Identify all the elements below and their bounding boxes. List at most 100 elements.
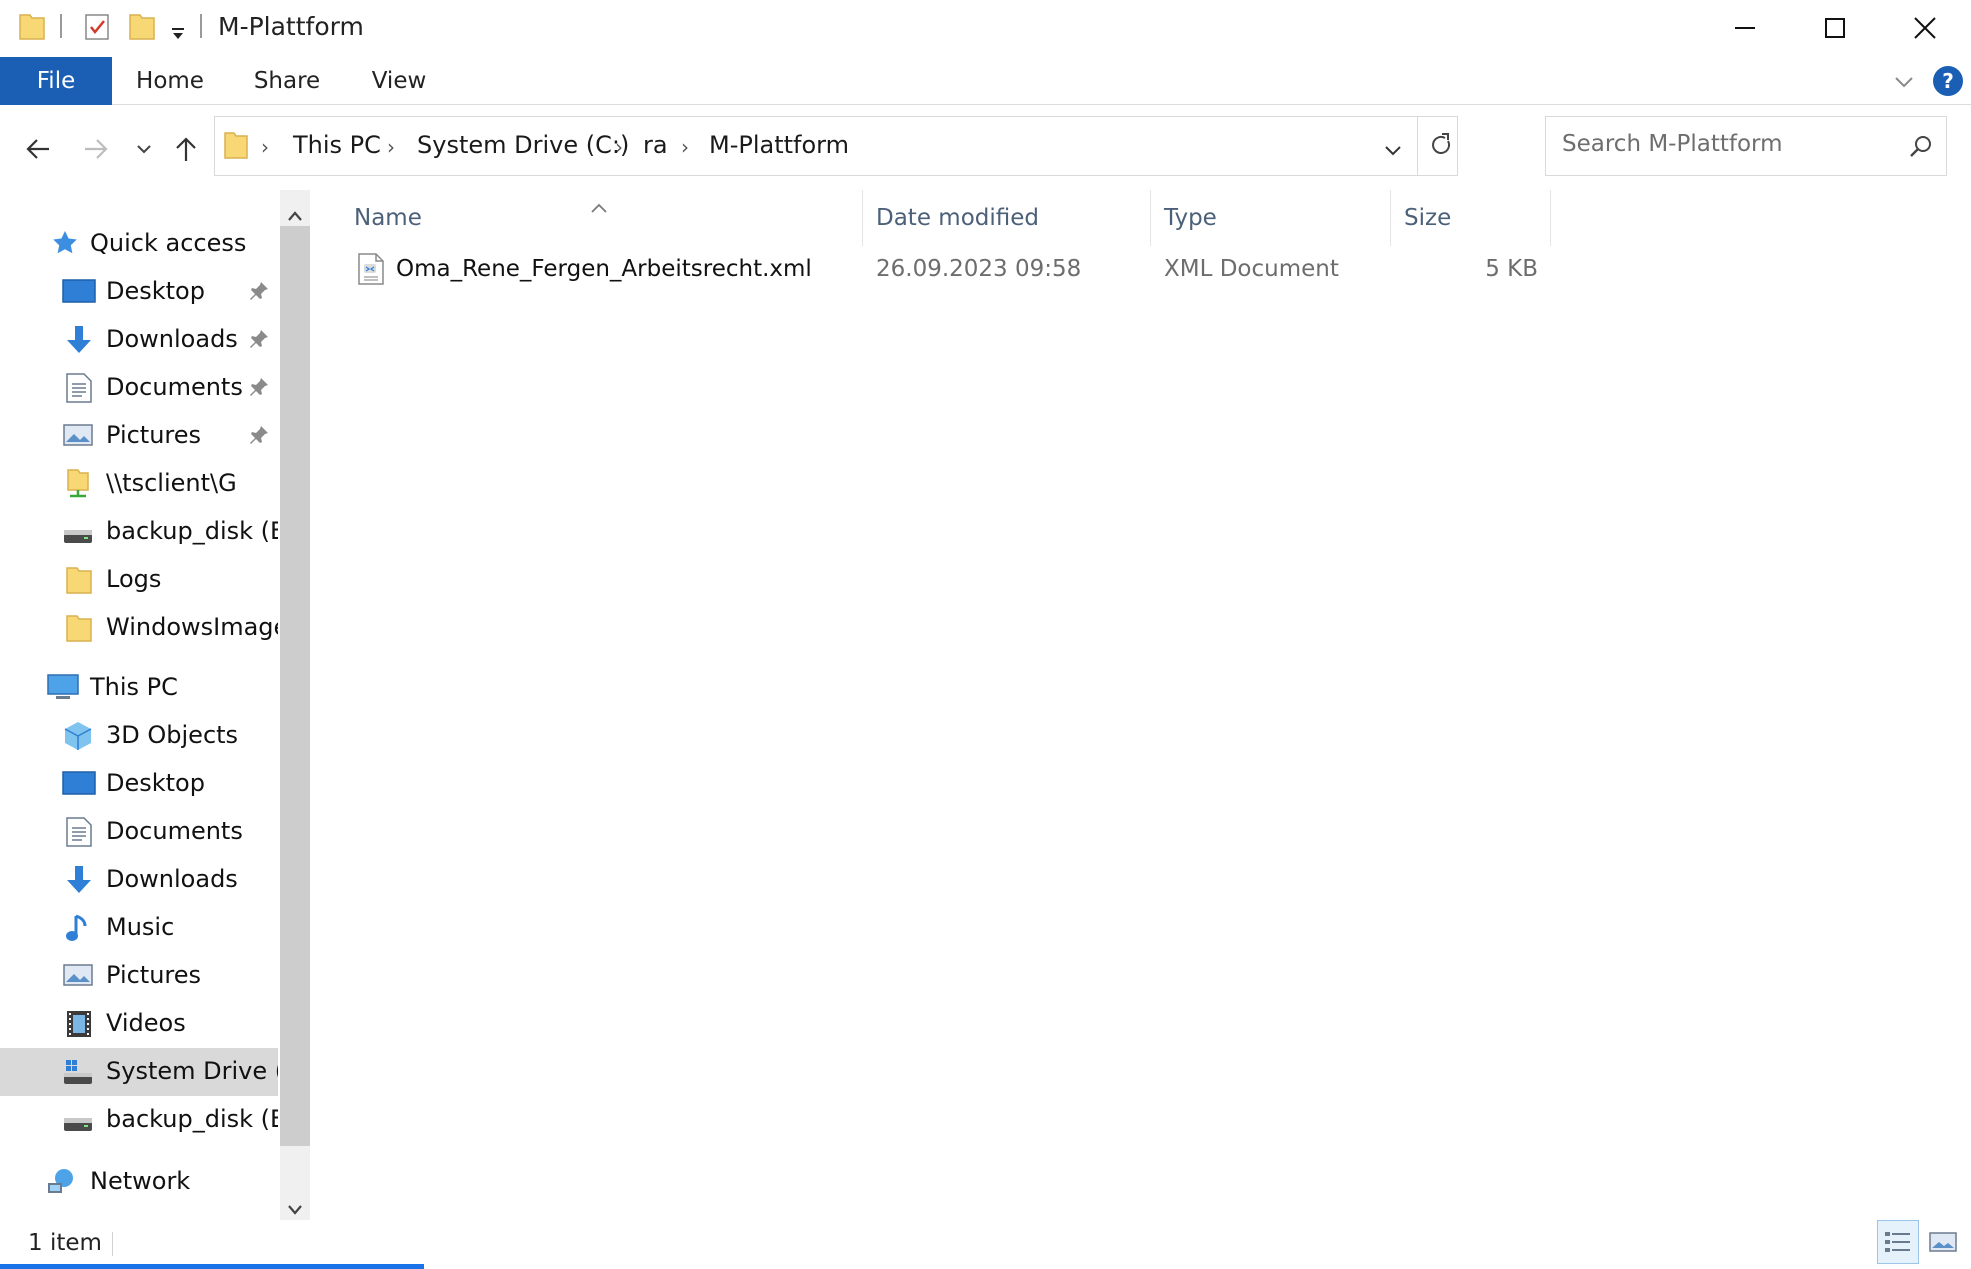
sidebar-item-downloads-pc[interactable]: Downloads bbox=[0, 856, 278, 904]
details-view-button[interactable] bbox=[1877, 1220, 1919, 1264]
column-divider[interactable] bbox=[1150, 190, 1151, 246]
minimize-icon bbox=[1735, 27, 1755, 29]
sort-ascending-icon bbox=[590, 192, 608, 220]
sidebar-item-label: Desktop bbox=[106, 769, 205, 797]
sidebar-item-desktop[interactable]: Desktop bbox=[0, 268, 278, 316]
sidebar-item-music[interactable]: Music bbox=[0, 904, 278, 952]
breadcrumb-this-pc[interactable]: This PC bbox=[293, 131, 381, 159]
pin-icon[interactable] bbox=[248, 328, 270, 356]
breadcrumb-ra[interactable]: ra bbox=[643, 131, 668, 159]
recent-locations-button[interactable] bbox=[132, 135, 156, 163]
sidebar-item-documents-pc[interactable]: Documents bbox=[0, 808, 278, 856]
pin-icon[interactable] bbox=[248, 424, 270, 452]
search-box[interactable] bbox=[1545, 116, 1947, 176]
large-icons-view-icon bbox=[1929, 1232, 1957, 1252]
tab-view[interactable]: View bbox=[356, 57, 442, 105]
sidebar-item-system-drive[interactable]: System Drive (C: bbox=[0, 1048, 278, 1096]
column-header-date-modified[interactable]: Date modified bbox=[876, 190, 1039, 246]
breadcrumb-system-drive[interactable]: System Drive (C:) bbox=[417, 131, 629, 159]
search-input[interactable] bbox=[1562, 131, 1882, 157]
sidebar-item-documents[interactable]: Documents bbox=[0, 364, 278, 412]
breadcrumb-separator[interactable]: › bbox=[261, 135, 269, 159]
sidebar-item-logs[interactable]: Logs bbox=[0, 556, 278, 604]
chevron-down-icon[interactable] bbox=[1893, 70, 1915, 98]
sidebar-item-desktop-pc[interactable]: Desktop bbox=[0, 760, 278, 808]
refresh-icon[interactable] bbox=[1427, 131, 1455, 165]
breadcrumb-separator[interactable]: › bbox=[387, 135, 395, 159]
sidebar-item-pictures[interactable]: Pictures bbox=[0, 412, 278, 460]
system-drive-icon bbox=[62, 1056, 96, 1088]
pin-icon[interactable] bbox=[248, 280, 270, 308]
scroll-down-icon[interactable] bbox=[287, 1194, 303, 1222]
scroll-up-icon[interactable] bbox=[287, 200, 303, 228]
minimize-button[interactable] bbox=[1700, 0, 1790, 56]
sidebar-item-label: Documents bbox=[106, 817, 243, 845]
column-divider[interactable] bbox=[1550, 190, 1551, 246]
help-icon[interactable]: ? bbox=[1932, 65, 1964, 103]
title-bar: M-Plattform bbox=[0, 0, 1971, 56]
sidebar-item-pictures-pc[interactable]: Pictures bbox=[0, 952, 278, 1000]
large-icons-view-button[interactable] bbox=[1922, 1220, 1964, 1264]
sidebar-item-downloads[interactable]: Downloads bbox=[0, 316, 278, 364]
new-folder-icon[interactable] bbox=[128, 12, 156, 48]
sidebar-item-label: Downloads bbox=[106, 325, 238, 353]
folder-icon[interactable] bbox=[18, 12, 46, 48]
properties-icon[interactable] bbox=[82, 12, 112, 48]
table-row[interactable]: Oma_Rene_Fergen_Arbeitsrecht.xml 26.09.2… bbox=[352, 246, 1562, 294]
chevron-down-icon[interactable] bbox=[1383, 137, 1403, 165]
search-icon[interactable] bbox=[1908, 133, 1934, 165]
column-header-name[interactable]: Name bbox=[354, 190, 422, 246]
folder-icon bbox=[223, 129, 249, 167]
tab-file[interactable]: File bbox=[0, 57, 112, 105]
sidebar-item-label: System Drive (C: bbox=[106, 1057, 278, 1085]
close-button[interactable] bbox=[1880, 0, 1970, 56]
sidebar-item-label: Pictures bbox=[106, 961, 202, 989]
column-divider[interactable] bbox=[862, 190, 863, 246]
maximize-button[interactable] bbox=[1790, 0, 1880, 56]
sidebar-item-windowsimagebackup[interactable]: WindowsImageB bbox=[0, 604, 278, 652]
bottom-accent-bar bbox=[0, 1264, 424, 1269]
maximize-icon bbox=[1825, 18, 1845, 38]
back-arrow-icon bbox=[26, 139, 49, 159]
tab-share[interactable]: Share bbox=[240, 57, 334, 105]
download-icon bbox=[62, 864, 96, 896]
navigation-scrollbar[interactable] bbox=[280, 190, 310, 1220]
back-button[interactable] bbox=[20, 131, 56, 167]
sidebar-item-backup-disk[interactable]: backup_disk (E:) bbox=[0, 508, 278, 556]
details-view-icon bbox=[1885, 1232, 1910, 1252]
up-button[interactable] bbox=[168, 131, 204, 167]
pictures-icon bbox=[62, 960, 96, 992]
videos-icon bbox=[64, 1008, 98, 1040]
close-icon bbox=[1914, 17, 1936, 39]
folder-icon bbox=[64, 564, 98, 596]
column-divider[interactable] bbox=[1390, 190, 1391, 246]
sidebar-item-label: \\tsclient\G bbox=[106, 469, 237, 497]
sidebar-item-videos[interactable]: Videos bbox=[0, 1000, 278, 1048]
address-bar[interactable]: › This PC › System Drive (C:) › ra › M-P… bbox=[214, 116, 1458, 176]
sidebar-item-backup-disk-pc[interactable]: backup_disk (E:) bbox=[0, 1096, 278, 1144]
sidebar-item-network[interactable]: Network bbox=[0, 1158, 278, 1206]
tab-home[interactable]: Home bbox=[124, 57, 216, 105]
sidebar-item-this-pc[interactable]: This PC bbox=[0, 664, 278, 712]
sidebar-item-3d-objects[interactable]: 3D Objects bbox=[0, 712, 278, 760]
breadcrumb-m-plattform[interactable]: M-Plattform bbox=[709, 131, 849, 159]
sidebar-item-label: 3D Objects bbox=[106, 721, 239, 749]
computer-icon bbox=[46, 672, 80, 704]
forward-button[interactable] bbox=[78, 131, 114, 167]
sidebar-item-label: This PC bbox=[90, 673, 178, 701]
up-arrow-icon bbox=[176, 137, 196, 161]
sidebar-item-label: Network bbox=[90, 1167, 191, 1195]
column-header-size[interactable]: Size bbox=[1404, 190, 1451, 246]
download-icon bbox=[62, 324, 96, 356]
cube-icon bbox=[62, 720, 96, 752]
window-title: M-Plattform bbox=[218, 12, 364, 41]
scrollbar-thumb[interactable] bbox=[280, 226, 310, 1146]
breadcrumb-separator[interactable]: › bbox=[681, 135, 689, 159]
sidebar-item-quick-access[interactable]: Quick access bbox=[0, 220, 278, 268]
pin-icon[interactable] bbox=[248, 376, 270, 404]
file-name[interactable]: Oma_Rene_Fergen_Arbeitsrecht.xml bbox=[396, 256, 812, 282]
sidebar-item-tsclient[interactable]: \\tsclient\G bbox=[0, 460, 278, 508]
dropdown-arrow-icon[interactable] bbox=[170, 20, 186, 48]
column-header-type[interactable]: Type bbox=[1164, 190, 1217, 246]
breadcrumb-separator[interactable]: › bbox=[615, 135, 623, 159]
